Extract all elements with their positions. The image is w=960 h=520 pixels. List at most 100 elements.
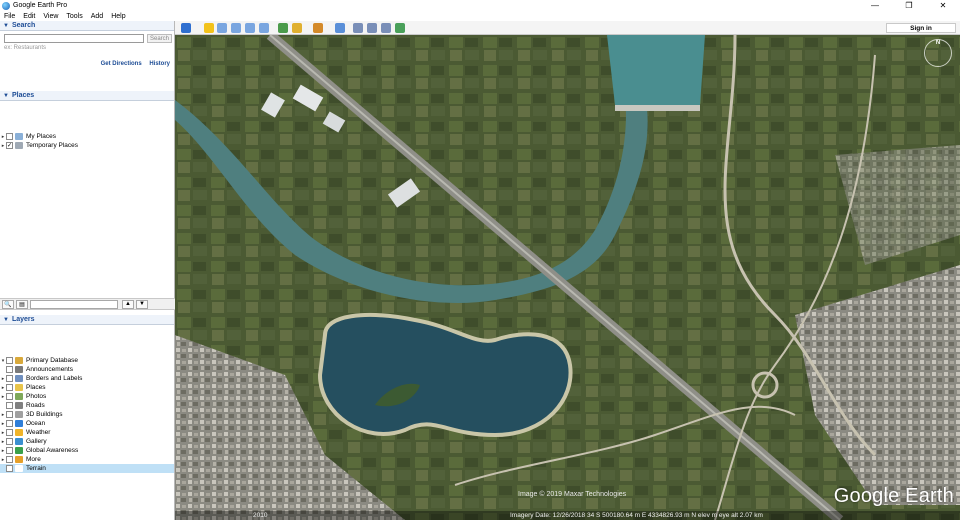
layer-item[interactable]: ▾ Primary Database [0,356,174,365]
layer-icon [15,438,23,445]
layer-item[interactable]: Terrain [0,464,174,473]
polygon-icon[interactable] [217,23,227,33]
checkbox[interactable] [6,411,13,418]
path-icon[interactable] [231,23,241,33]
layers-panel-header[interactable]: ▼ Layers [0,315,174,325]
history-link[interactable]: History [149,61,170,67]
layer-label: More [26,456,41,463]
layer-item[interactable]: Roads [0,401,174,410]
search-hint: ex: Restaurants [4,45,47,51]
checkbox[interactable] [6,465,13,472]
checkbox[interactable] [6,420,13,427]
checkbox[interactable] [6,402,13,409]
navigation-compass[interactable]: N [924,39,952,67]
window-title: Google Earth Pro [13,2,68,9]
status-coordinates: Imagery Date: 12/26/2018 34 S 500180.64 … [510,512,763,519]
menu-edit[interactable]: Edit [23,13,35,20]
move-up-icon[interactable]: ▲ [122,299,134,309]
menu-help[interactable]: Help [111,13,125,20]
restore-button[interactable]: ❐ [892,0,926,11]
places-toolbar: 🔍 ▤ ▲ ▼ [0,298,175,310]
save-image-icon[interactable] [381,23,391,33]
layer-icon [15,420,23,427]
checkbox[interactable] [6,375,13,382]
menu-add[interactable]: Add [91,13,103,20]
checkbox[interactable]: ✓ [6,142,13,149]
ruler-icon[interactable] [335,23,345,33]
layer-icon [15,456,23,463]
checkbox[interactable] [6,393,13,400]
sidebar: ▼ Search Search ex: Restaurants Get Dire… [0,21,175,520]
layer-icon [15,393,23,400]
map-view[interactable]: N Image © 2019 Maxar Technologies Google… [175,35,960,520]
places-item-my-places[interactable]: ▸ My Places [0,132,174,141]
menu-view[interactable]: View [43,13,58,20]
checkbox[interactable] [6,447,13,454]
checkbox[interactable] [6,456,13,463]
layer-label: Gallery [26,438,47,445]
menu-tools[interactable]: Tools [66,13,82,20]
layer-item[interactable]: ▸ Gallery [0,437,174,446]
places-item-temporary-places[interactable]: ▸ ✓ Temporary Places [0,141,174,150]
layer-label: Borders and Labels [26,375,83,382]
sign-in-button[interactable]: Sign in [886,23,956,33]
checkbox[interactable] [6,429,13,436]
layer-item[interactable]: ▸ Weather [0,428,174,437]
compass-north-label: N [935,40,941,46]
close-button[interactable]: ✕ [926,0,960,11]
checkbox[interactable] [6,357,13,364]
layer-icon [15,402,23,409]
layer-icon [15,366,23,373]
checkbox[interactable] [6,438,13,445]
historical-imagery-year: 2010 [253,512,268,519]
search-button[interactable]: Search [147,34,172,43]
layer-label: Announcements [26,366,73,373]
layer-icon [15,375,23,382]
search-icon[interactable]: 🔍 [2,299,14,309]
layer-label: 3D Buildings [26,411,63,418]
search-panel-header[interactable]: ▼ Search [0,21,174,31]
tour-icon[interactable] [259,23,269,33]
overlay-icon[interactable] [245,23,255,33]
maps-icon[interactable] [395,23,405,33]
search-input[interactable] [4,34,144,43]
panel-toggle-icon[interactable]: ▤ [16,299,28,309]
layer-item[interactable]: ▸ 3D Buildings [0,410,174,419]
layer-item[interactable]: ▸ Borders and Labels [0,374,174,383]
sidebar-icon[interactable] [181,23,191,33]
menu-bar: File Edit View Tools Add Help [0,11,960,21]
checkbox[interactable] [6,384,13,391]
layer-label: Photos [26,393,47,400]
placemark-icon[interactable] [204,23,214,33]
email-icon[interactable] [353,23,363,33]
layer-item[interactable]: ▸ Ocean [0,419,174,428]
layer-item[interactable]: ▸ More [0,455,174,464]
move-down-icon[interactable]: ▼ [136,299,148,309]
sun-icon[interactable] [292,23,302,33]
historical-imagery-icon[interactable] [278,23,288,33]
places-panel-header[interactable]: ▼ Places [0,91,174,101]
layer-item[interactable]: ▸ Places [0,383,174,392]
collapse-triangle-icon: ▼ [3,316,9,323]
checkbox[interactable] [6,366,13,373]
menu-file[interactable]: File [4,13,15,20]
layer-icon [15,384,23,391]
collapse-triangle-icon: ▼ [3,92,9,99]
layer-icon [15,429,23,436]
imagery-copyright: Image © 2019 Maxar Technologies [518,491,627,498]
layer-item[interactable]: ▸ Photos [0,392,174,401]
folder-icon [15,133,23,140]
layer-item[interactable]: ▸ Global Awareness [0,446,174,455]
layer-label: Global Awareness [26,447,79,454]
layers-panel-title: Layers [11,316,35,323]
satellite-imagery[interactable] [175,35,960,520]
google-earth-logo: Google Earth [833,485,954,507]
get-directions-link[interactable]: Get Directions [101,61,142,67]
layer-icon [15,447,23,454]
layer-item[interactable]: Announcements [0,365,174,374]
places-filter-input[interactable] [30,299,118,309]
planets-icon[interactable] [313,23,323,33]
minimize-button[interactable]: — [858,0,892,11]
print-icon[interactable] [367,23,377,33]
checkbox[interactable] [6,133,13,140]
